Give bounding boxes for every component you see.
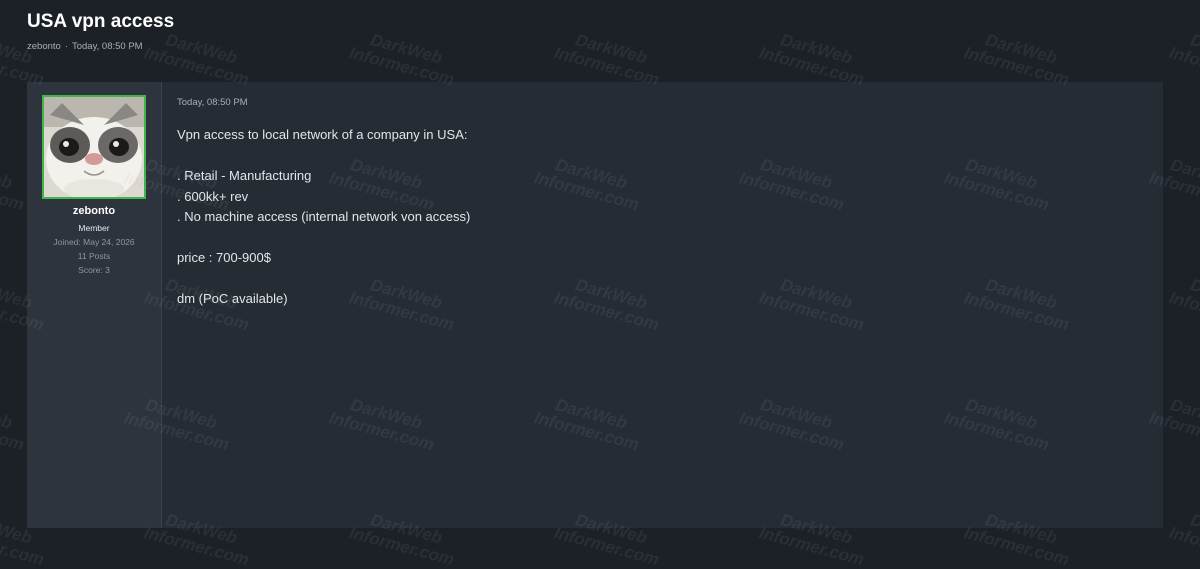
watermark: DarkWebInformer.com — [0, 392, 31, 455]
watermark-line2: Informer.com — [757, 523, 867, 569]
post-line — [177, 269, 1148, 290]
post-author-username[interactable]: zebonto — [73, 205, 115, 217]
post-line: . No machine access (internal network vo… — [177, 209, 471, 224]
thread-timestamp: Today, 08:50 PM — [71, 41, 143, 52]
post-line: dm (PoC available) — [177, 291, 288, 306]
user-posts: 11 Posts — [77, 251, 111, 261]
cat-avatar-image — [44, 97, 144, 197]
watermark: DarkWebInformer.com — [1167, 507, 1200, 569]
post-line: . Retail - Manufacturing — [177, 168, 312, 183]
watermark-line2: Informer.com — [1167, 288, 1200, 335]
post: zebonto Member Joined: May 24, 2026 11 P… — [27, 82, 1163, 528]
avatar[interactable] — [42, 95, 146, 199]
post-line: price : 700-900$ — [177, 250, 271, 265]
watermark-line2: Informer.com — [142, 523, 252, 569]
watermark-line2: Informer.com — [0, 168, 27, 215]
watermark-line1: DarkWeb — [573, 30, 650, 68]
watermark-line1: DarkWeb — [1188, 510, 1200, 548]
thread-title: USA vpn access — [27, 11, 175, 32]
meta-separator: · — [64, 41, 68, 52]
watermark-line2: Informer.com — [0, 408, 27, 455]
post-line — [177, 228, 1148, 249]
thread-author-link[interactable]: zebonto — [27, 41, 61, 52]
post-line — [177, 146, 1148, 167]
thread-meta: zebonto · Today, 08:50 PM — [27, 41, 143, 53]
watermark: DarkWebInformer.com — [757, 27, 870, 89]
watermark-line1: DarkWeb — [778, 30, 855, 68]
watermark: DarkWebInformer.com — [1167, 27, 1200, 90]
user-panel: zebonto Member Joined: May 24, 2026 11 P… — [27, 82, 162, 528]
watermark: DarkWebInformer.com — [552, 27, 665, 89]
watermark: DarkWebInformer.com — [0, 27, 51, 89]
watermark-line2: Informer.com — [1167, 523, 1200, 569]
watermark-line2: Informer.com — [347, 523, 457, 569]
watermark-line2: Informer.com — [552, 523, 662, 569]
user-role: Member — [78, 223, 110, 233]
watermark: DarkWebInformer.com — [962, 27, 1075, 89]
watermark-line2: Informer.com — [1167, 43, 1200, 90]
watermark-line2: Informer.com — [962, 523, 1072, 569]
watermark: DarkWebInformer.com — [347, 27, 460, 89]
watermark-line2: Informer.com — [0, 523, 47, 569]
watermark: DarkWebInformer.com — [0, 152, 31, 215]
watermark: DarkWebInformer.com — [142, 27, 255, 89]
watermark-line1: DarkWeb — [1188, 30, 1200, 68]
user-joined: Joined: May 24, 2026 — [53, 237, 135, 247]
post-date: Today, 08:50 PM — [177, 97, 248, 108]
watermark-line1: DarkWeb — [368, 30, 445, 68]
watermark-line1: DarkWeb — [0, 155, 15, 193]
post-body: Today, 08:50 PM Vpn access to local netw… — [162, 82, 1163, 528]
user-score: Score: 3 — [78, 265, 110, 275]
watermark-line1: DarkWeb — [983, 30, 1060, 68]
watermark: DarkWebInformer.com — [1167, 272, 1200, 335]
post-line: Vpn access to local network of a company… — [177, 127, 468, 142]
post-content: Vpn access to local network of a company… — [177, 125, 1148, 310]
watermark-line1: DarkWeb — [1188, 275, 1200, 313]
post-line: . 600kk+ rev — [177, 188, 249, 204]
watermark-line1: DarkWeb — [0, 395, 15, 433]
